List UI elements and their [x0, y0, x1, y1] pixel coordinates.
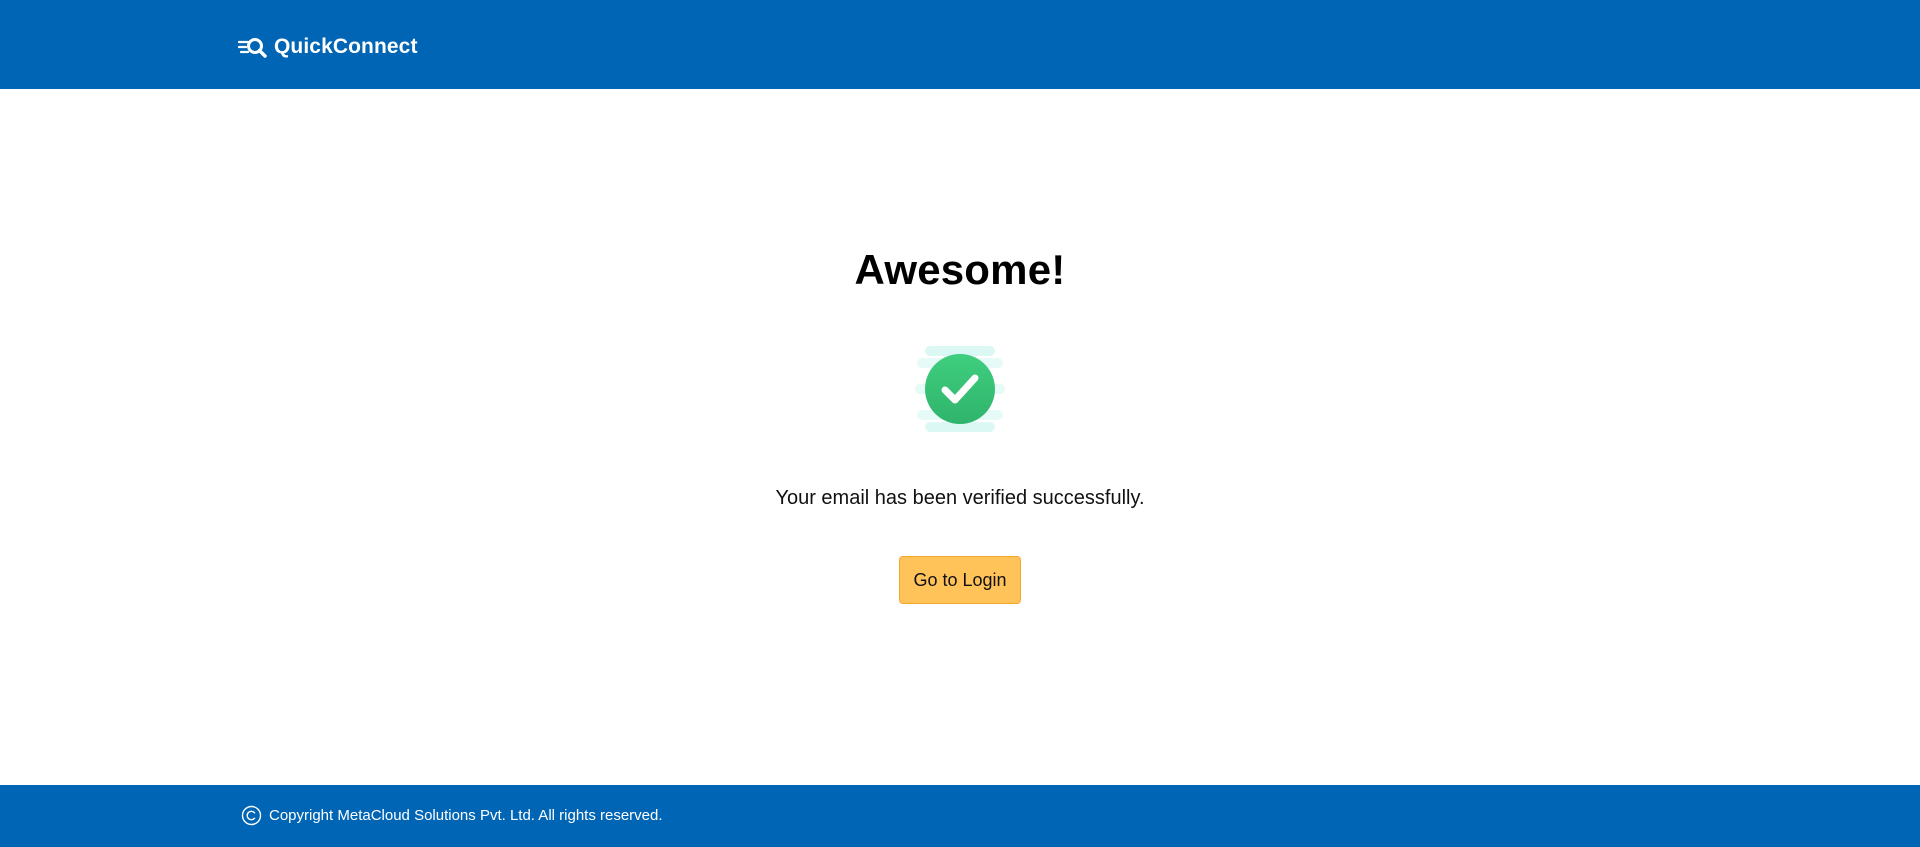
copyright-text: Copyright MetaCloud Solutions Pvt. Ltd. … — [269, 807, 663, 824]
copyright-icon — [241, 805, 262, 826]
footer-copyright: Copyright MetaCloud Solutions Pvt. Ltd. … — [241, 805, 663, 826]
verification-content: Awesome! Your email has been verified su… — [0, 89, 1920, 785]
go-to-login-button[interactable]: Go to Login — [899, 556, 1021, 604]
footer: Copyright MetaCloud Solutions Pvt. Ltd. … — [0, 785, 1920, 847]
brand-home-link[interactable]: QuickConnect — [237, 33, 418, 61]
check-circle-icon — [915, 344, 1005, 434]
brand-name: QuickConnect — [274, 35, 418, 58]
speed-search-icon — [237, 35, 268, 59]
page-heading: Awesome! — [854, 246, 1066, 293]
top-header: QuickConnect — [0, 0, 1920, 89]
page: QuickConnect Awesome! Your email has bee… — [0, 0, 1920, 847]
verification-message: Your email has been verified successfull… — [775, 487, 1145, 509]
